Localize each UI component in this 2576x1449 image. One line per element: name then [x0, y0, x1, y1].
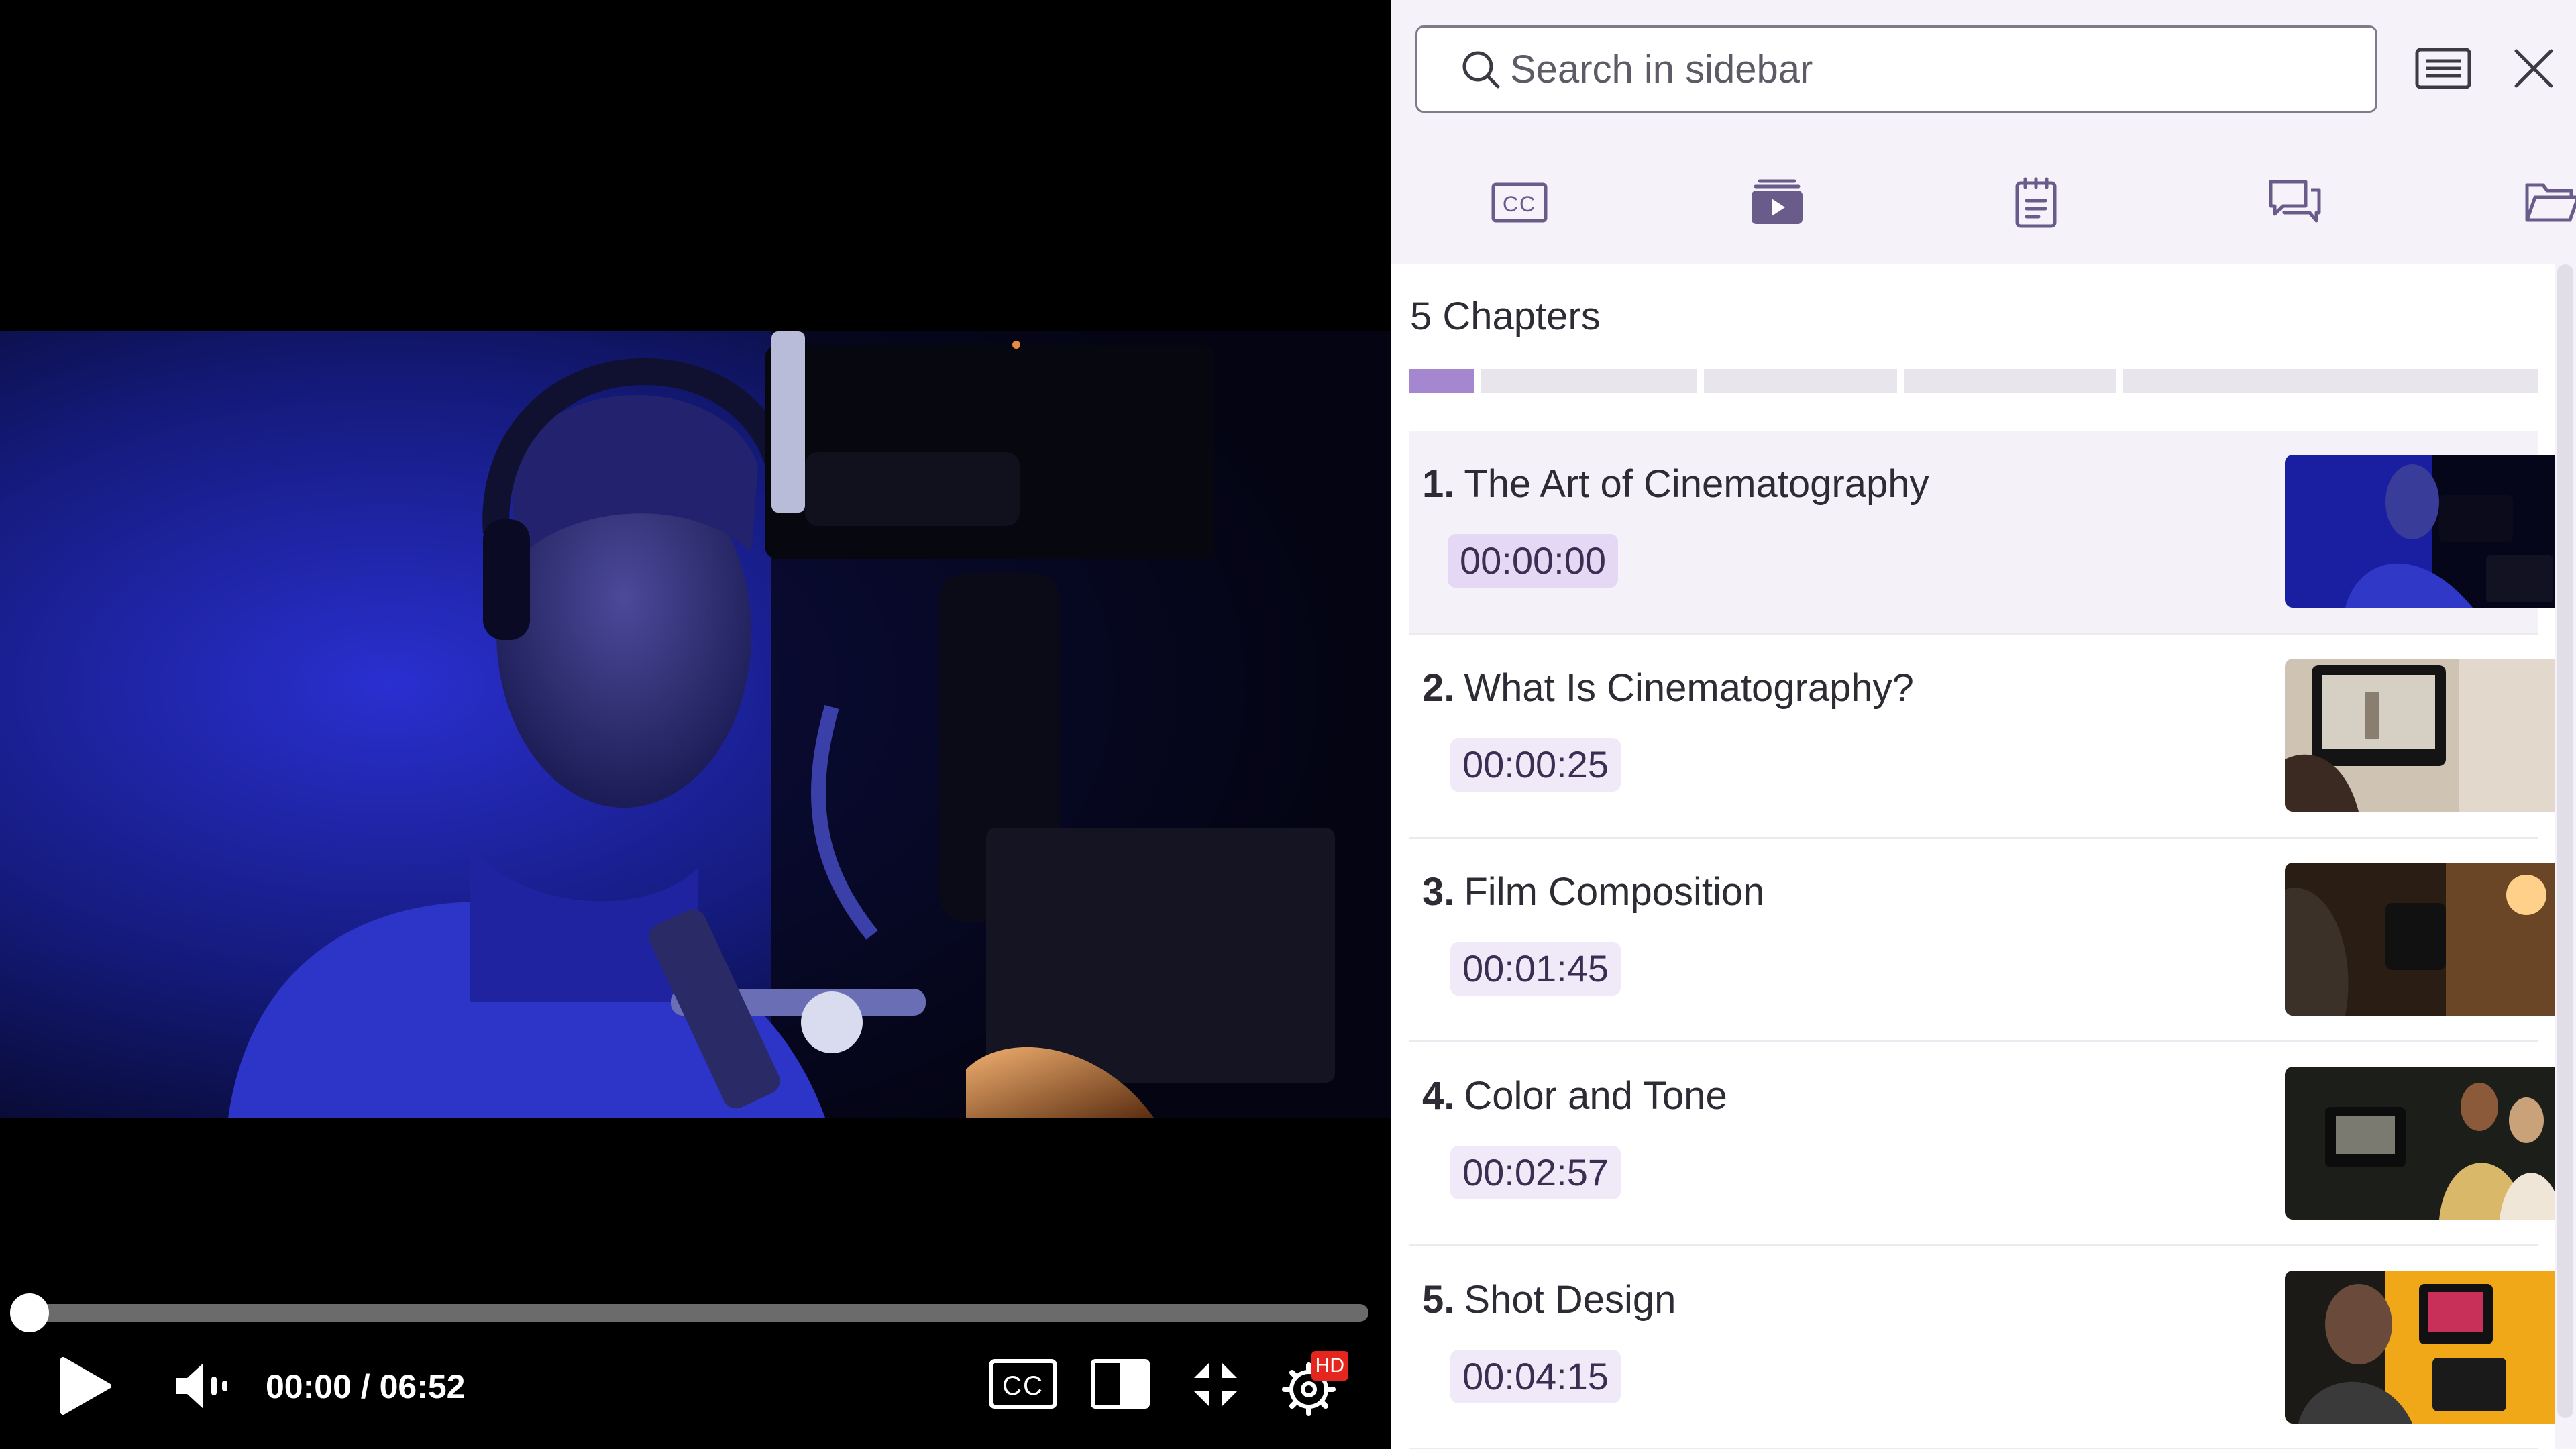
transcript-icon [2415, 48, 2471, 89]
search-icon [1462, 51, 1500, 89]
chapter-segment[interactable] [1704, 369, 1897, 393]
theater-mode-button[interactable] [1087, 1354, 1154, 1414]
progress-scrubber-handle[interactable] [10, 1293, 49, 1332]
closed-captions-button[interactable]: CC [986, 1354, 1060, 1414]
chapter-item[interactable]: 3. Film Composition 00:01:45 [1409, 839, 2563, 1042]
chapter-thumbnail[interactable] [2285, 1271, 2563, 1424]
chapter-item[interactable]: 5. Shot Design 00:04:15 [1409, 1246, 2563, 1449]
sidebar-header: CC [1391, 0, 2576, 264]
sidebar-scroll-thumb[interactable] [2557, 264, 2573, 1418]
chapter-thumbnail[interactable] [2285, 659, 2563, 812]
chapter-title: 2. What Is Cinematography? [1422, 663, 1914, 714]
chapter-thumbnail[interactable] [2285, 863, 2563, 1016]
close-icon [2514, 49, 2553, 88]
chapter-timestamp[interactable]: 00:01:45 [1450, 942, 1621, 996]
chapter-title: 3. Film Composition [1422, 867, 1764, 918]
volume-icon [176, 1363, 227, 1409]
chapter-thumbnail-image [2285, 659, 2563, 812]
tab-files[interactable] [2509, 162, 2576, 243]
chapter-title-text: What Is Cinematography? [1464, 666, 1914, 710]
svg-text:CC: CC [1002, 1371, 1044, 1401]
duration: 06:52 [379, 1368, 466, 1405]
chapter-segment[interactable] [1409, 369, 1474, 393]
chapter-title: 5. Shot Design [1422, 1275, 1676, 1326]
play-button[interactable] [52, 1352, 119, 1419]
chapter-title: 1. The Art of Cinematography [1422, 459, 1929, 510]
tab-captions[interactable]: CC [1476, 162, 1563, 243]
search-input[interactable] [1510, 36, 2355, 103]
chapter-thumbnail[interactable] [2285, 1067, 2563, 1220]
hd-badge: HD [1311, 1351, 1348, 1381]
chapter-number: 1. [1422, 462, 1455, 506]
search-box[interactable] [1415, 25, 2377, 113]
chapters-count: 5 Chapters [1410, 294, 1601, 338]
comments-icon [2269, 180, 2321, 223]
chapter-title: 4. Color and Tone [1422, 1071, 1727, 1122]
transcript-toggle-button[interactable] [2403, 35, 2483, 102]
chapter-number: 4. [1422, 1074, 1455, 1118]
chapter-number: 2. [1422, 666, 1455, 710]
folder-icon [2525, 183, 2576, 222]
chapter-item[interactable]: 4. Color and Tone 00:02:57 [1409, 1042, 2563, 1246]
video-chapters-icon [1752, 179, 1803, 224]
video-player[interactable]: 00:00 / 06:52 CC HD [0, 0, 1391, 1449]
chapter-thumbnail[interactable] [2285, 455, 2563, 608]
progress-bar[interactable] [10, 1293, 1368, 1332]
tab-comments[interactable] [2251, 162, 2339, 243]
play-icon [60, 1357, 111, 1415]
chapter-title-text: Film Composition [1464, 870, 1765, 914]
chapter-thumbnail-image [2285, 1271, 2563, 1424]
current-time: 00:00 [266, 1368, 352, 1405]
chapter-number: 5. [1422, 1278, 1455, 1322]
chapter-timestamp[interactable]: 00:00:00 [1448, 534, 1618, 588]
time-display: 00:00 / 06:52 [266, 1368, 466, 1405]
sidebar: CC [1391, 0, 2576, 1449]
closed-captions-icon: CC [989, 1359, 1057, 1409]
chapter-number: 3. [1422, 870, 1455, 914]
chapter-segment-bar [1409, 369, 2538, 393]
video-frame[interactable] [0, 331, 1391, 1118]
chapter-timestamp[interactable]: 00:02:57 [1450, 1146, 1621, 1199]
sidebar-scrollbar[interactable] [2555, 264, 2576, 1449]
chapter-thumbnail-image [2285, 863, 2563, 1016]
theater-mode-icon [1091, 1359, 1150, 1409]
chapter-thumbnail-image [2285, 455, 2563, 608]
chapter-item[interactable]: 2. What Is Cinematography? 00:00:25 [1409, 635, 2563, 839]
chapter-title-text: The Art of Cinematography [1464, 462, 1929, 506]
chapter-list: 1. The Art of Cinematography 00:00:00 2. W… [1409, 431, 2563, 1449]
chapter-title-text: Color and Tone [1464, 1074, 1727, 1118]
closed-captions-icon: CC [1491, 182, 1548, 223]
chapter-timestamp[interactable]: 00:00:25 [1450, 738, 1621, 792]
chapter-title-text: Shot Design [1464, 1278, 1676, 1322]
close-sidebar-button[interactable] [2497, 35, 2571, 102]
notepad-icon [2015, 177, 2057, 228]
tab-notes[interactable] [1992, 162, 2080, 243]
svg-text:CC: CC [1503, 192, 1536, 216]
chapter-segment[interactable] [1481, 369, 1697, 393]
chapter-timestamp[interactable]: 00:04:15 [1450, 1350, 1621, 1403]
chapter-item[interactable]: 1. The Art of Cinematography 00:00:00 [1409, 431, 2563, 635]
chapter-segment[interactable] [1904, 369, 2116, 393]
chapter-thumbnail-image [2285, 1067, 2563, 1220]
video-still-image [0, 331, 1391, 1118]
settings-button[interactable]: HD [1275, 1348, 1348, 1422]
chapter-segment[interactable] [2123, 369, 2538, 393]
tab-chapters[interactable] [1733, 162, 1821, 243]
exit-fullscreen-icon [1194, 1363, 1237, 1406]
volume-button[interactable] [169, 1352, 236, 1419]
exit-fullscreen-button[interactable] [1182, 1351, 1249, 1418]
